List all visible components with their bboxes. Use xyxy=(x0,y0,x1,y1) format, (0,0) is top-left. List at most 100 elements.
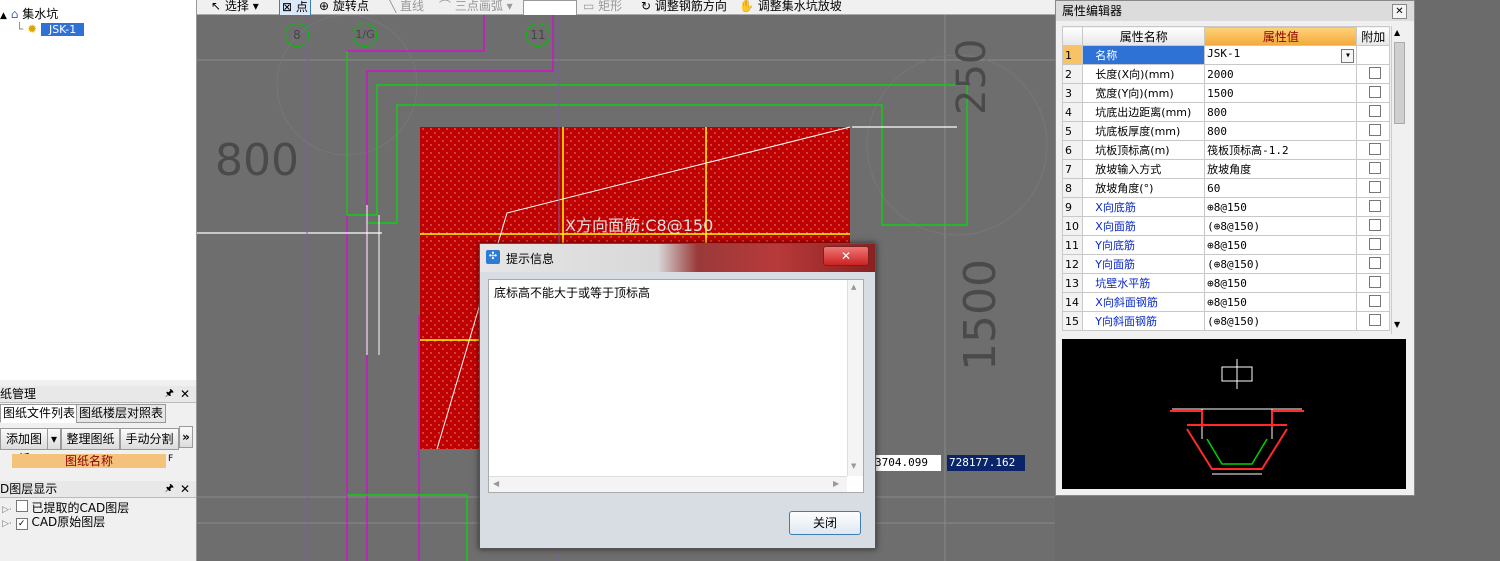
extra-checkbox[interactable] xyxy=(1369,218,1382,231)
property-row[interactable]: 4 坑底出边距离(mm) 800 xyxy=(1061,102,1390,122)
property-value[interactable]: ⊕8@150 xyxy=(1204,235,1358,255)
extra-cell xyxy=(1356,311,1390,331)
extra-cell xyxy=(1356,64,1390,84)
row-number: 6 xyxy=(1061,140,1084,160)
extra-checkbox[interactable] xyxy=(1369,256,1382,269)
extra-checkbox[interactable] xyxy=(1369,313,1382,326)
extra-cell xyxy=(1356,235,1390,255)
property-row[interactable]: 1 名称 JSK-1 ▾ xyxy=(1061,45,1390,65)
property-editor-header: 属性编辑器 ✕ xyxy=(1056,1,1414,21)
dialog-message-box[interactable]: 底标高不能大于或等于顶标高 ▲ ▼ ◀ ▶ xyxy=(488,279,864,493)
property-value[interactable]: 2000 xyxy=(1204,64,1358,84)
property-value-text: 800 xyxy=(1207,124,1228,138)
property-row[interactable]: 6 坑板顶标高(m) 筏板顶标高-1.2 xyxy=(1061,140,1390,160)
row-number: 12 xyxy=(1061,254,1084,274)
property-row[interactable]: 8 放坡角度(°) 60 xyxy=(1061,178,1390,198)
scroll-up-icon[interactable]: ▲ xyxy=(851,283,856,291)
property-value-text: ⊕8@150 xyxy=(1207,200,1247,214)
extra-checkbox[interactable] xyxy=(1369,180,1382,193)
property-row[interactable]: 2 长度(X向)(mm) 2000 xyxy=(1061,64,1390,84)
property-value-text: (⊕8@150) xyxy=(1207,314,1261,328)
property-row[interactable]: 11 Y向底筋 ⊕8@150 xyxy=(1061,235,1390,255)
extra-cell xyxy=(1356,216,1390,236)
property-value[interactable]: ⊕8@150 xyxy=(1204,292,1358,312)
property-value-text: 2000 xyxy=(1207,67,1234,81)
property-row[interactable]: 9 X向底筋 ⊕8@150 xyxy=(1061,197,1390,217)
property-row[interactable]: 12 Y向面筋 (⊕8@150) xyxy=(1061,254,1390,274)
property-name: 名称 xyxy=(1082,45,1206,65)
close-icon[interactable]: ✕ xyxy=(1392,4,1407,19)
property-scrollbar[interactable]: ▲ ▼ xyxy=(1391,26,1406,334)
dialog-close-button[interactable]: 关闭 xyxy=(789,511,861,535)
property-value[interactable]: ⊕8@150 xyxy=(1204,273,1358,293)
preview-drawing xyxy=(1170,359,1304,475)
dialog-hscroll[interactable]: ◀ ▶ xyxy=(489,476,847,492)
extra-checkbox[interactable] xyxy=(1369,104,1382,117)
row-number: 8 xyxy=(1061,178,1084,198)
property-name: Y向面筋 xyxy=(1082,254,1206,274)
scroll-left-icon[interactable]: ◀ xyxy=(493,479,499,488)
property-value[interactable]: 筏板顶标高-1.2 xyxy=(1204,140,1358,160)
property-value-text: ⊕8@150 xyxy=(1207,276,1247,290)
property-value[interactable]: (⊕8@150) xyxy=(1204,311,1358,331)
extra-cell xyxy=(1356,254,1390,274)
scroll-down-icon[interactable]: ▼ xyxy=(1394,320,1400,329)
row-number: 7 xyxy=(1061,159,1084,179)
property-editor-title: 属性编辑器 xyxy=(1062,4,1123,18)
property-value[interactable]: 放坡角度 xyxy=(1204,159,1358,179)
property-name: 坑底板厚度(mm) xyxy=(1082,121,1206,141)
dialog-close-x-button[interactable]: ✕ xyxy=(823,246,869,266)
property-row[interactable]: 10 X向面筋 (⊕8@150) xyxy=(1061,216,1390,236)
property-name: X向斜面钢筋 xyxy=(1082,292,1206,312)
property-value[interactable]: 800 xyxy=(1204,102,1358,122)
property-name: 放坡输入方式 xyxy=(1082,159,1206,179)
property-row[interactable]: 13 坑壁水平筋 ⊕8@150 xyxy=(1061,273,1390,293)
property-name: X向面筋 xyxy=(1082,216,1206,236)
extra-checkbox[interactable] xyxy=(1369,85,1382,98)
extra-checkbox[interactable] xyxy=(1369,237,1382,250)
property-value[interactable]: 800 xyxy=(1204,121,1358,141)
scroll-up-icon[interactable]: ▲ xyxy=(1394,28,1400,37)
property-name: 坑底出边距离(mm) xyxy=(1082,102,1206,122)
app-icon: ✣ xyxy=(486,250,500,264)
property-value[interactable]: (⊕8@150) xyxy=(1204,254,1358,274)
scroll-thumb[interactable] xyxy=(1394,42,1405,124)
property-value[interactable]: JSK-1 ▾ xyxy=(1204,45,1358,65)
property-value[interactable]: 1500 xyxy=(1204,83,1358,103)
extra-checkbox[interactable] xyxy=(1369,123,1382,136)
property-value[interactable]: (⊕8@150) xyxy=(1204,216,1358,236)
extra-checkbox[interactable] xyxy=(1369,199,1382,212)
extra-cell xyxy=(1356,178,1390,198)
property-name: 宽度(Y向)(mm) xyxy=(1082,83,1206,103)
extra-cell xyxy=(1356,292,1390,312)
extra-cell xyxy=(1356,273,1390,293)
scroll-right-icon[interactable]: ▶ xyxy=(833,479,839,488)
dialog-titlebar[interactable]: ✣ 提示信息 ✕ xyxy=(480,244,875,272)
row-number: 13 xyxy=(1061,273,1084,293)
value-dropdown-icon[interactable]: ▾ xyxy=(1341,49,1355,63)
extra-cell xyxy=(1356,45,1390,65)
property-row[interactable]: 14 X向斜面钢筋 ⊕8@150 xyxy=(1061,292,1390,312)
property-row[interactable]: 15 Y向斜面钢筋 (⊕8@150) xyxy=(1061,311,1390,331)
property-row[interactable]: 3 宽度(Y向)(mm) 1500 xyxy=(1061,83,1390,103)
property-row[interactable]: 7 放坡输入方式 放坡角度 xyxy=(1061,159,1390,179)
extra-checkbox[interactable] xyxy=(1369,294,1382,307)
row-number: 10 xyxy=(1061,216,1084,236)
property-table: 属性名称 属性值 附加 1 名称 JSK-1 ▾ 2 长度(X向)(mm) 2000 3 宽度(… xyxy=(1061,26,1390,331)
property-value[interactable]: 60 xyxy=(1204,178,1358,198)
property-value[interactable]: ⊕8@150 xyxy=(1204,197,1358,217)
dialog-vscroll[interactable]: ▲ ▼ xyxy=(847,280,863,476)
property-name: X向底筋 xyxy=(1082,197,1206,217)
property-value-text: (⊕8@150) xyxy=(1207,219,1261,233)
extra-checkbox[interactable] xyxy=(1369,275,1382,288)
property-value-text: 60 xyxy=(1207,181,1221,195)
message-dialog: ✣ 提示信息 ✕ 底标高不能大于或等于顶标高 ▲ ▼ ◀ ▶ 关闭 xyxy=(479,243,876,549)
scroll-down-icon[interactable]: ▼ xyxy=(851,462,856,470)
property-row[interactable]: 5 坑底板厚度(mm) 800 xyxy=(1061,121,1390,141)
extra-cell xyxy=(1356,121,1390,141)
extra-checkbox[interactable] xyxy=(1369,66,1382,79)
extra-checkbox[interactable] xyxy=(1369,142,1382,155)
extra-cell xyxy=(1356,83,1390,103)
extra-checkbox[interactable] xyxy=(1369,161,1382,174)
row-number: 4 xyxy=(1061,102,1084,122)
